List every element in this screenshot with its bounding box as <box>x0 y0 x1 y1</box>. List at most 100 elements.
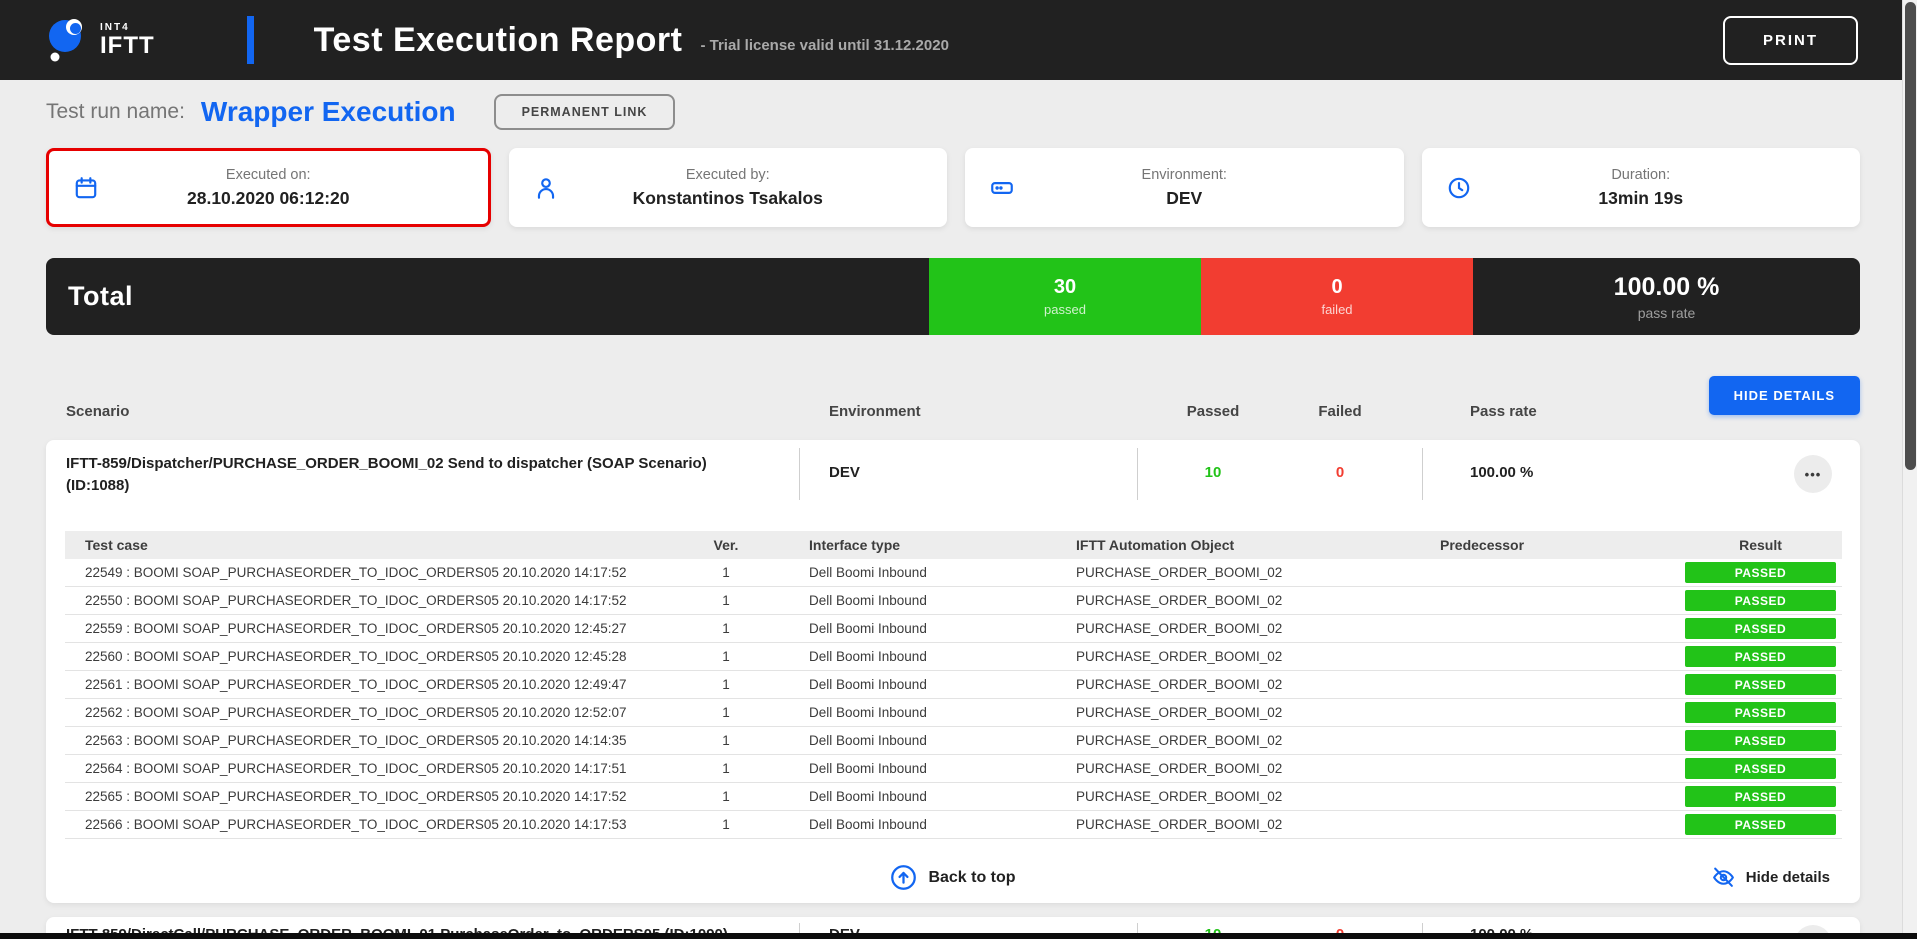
passed-badge: PASSED <box>1685 618 1836 639</box>
info-cards-row: Executed on: 28.10.2020 06:12:20 Execute… <box>46 148 1860 227</box>
result-cell: PASSED <box>1679 590 1842 611</box>
result-cell: PASSED <box>1679 646 1842 667</box>
test-case-row: 22561 : BOOMI SOAP_PURCHASEORDER_TO_IDOC… <box>65 671 1842 699</box>
scrollbar-thumb[interactable] <box>1905 2 1916 470</box>
scenario-table-header: Scenario Environment Passed Failed Pass … <box>46 376 1860 422</box>
test-case-cell: 22565 : BOOMI SOAP_PURCHASEORDER_TO_IDOC… <box>65 789 691 804</box>
back-to-top-link[interactable]: Back to top <box>890 864 1015 891</box>
test-case-cell: 22560 : BOOMI SOAP_PURCHASEORDER_TO_IDOC… <box>65 649 691 664</box>
interface-type-cell: Dell Boomi Inbound <box>761 817 1028 832</box>
version-cell: 1 <box>691 565 761 580</box>
test-case-row: 22566 : BOOMI SOAP_PURCHASEORDER_TO_IDOC… <box>65 811 1842 839</box>
column-divider <box>799 448 800 500</box>
automation-object-cell: PURCHASE_ORDER_BOOMI_02 <box>1028 593 1392 608</box>
int4-logo-icon <box>44 17 90 63</box>
card-value: 13min 19s <box>1598 188 1683 209</box>
scenario-panel: IFTT-859/Dispatcher/PURCHASE_ORDER_BOOMI… <box>46 440 1860 903</box>
interface-type-cell: Dell Boomi Inbound <box>761 705 1028 720</box>
card-value: 28.10.2020 06:12:20 <box>187 188 350 209</box>
card-value: Konstantinos Tsakalos <box>633 188 823 209</box>
test-case-cell: 22562 : BOOMI SOAP_PURCHASEORDER_TO_IDOC… <box>65 705 691 720</box>
test-case-cell: 22549 : BOOMI SOAP_PURCHASEORDER_TO_IDOC… <box>65 565 691 580</box>
details-table-body: 22549 : BOOMI SOAP_PURCHASEORDER_TO_IDOC… <box>65 559 1842 839</box>
calendar-icon <box>73 175 99 201</box>
result-cell: PASSED <box>1679 702 1842 723</box>
version-cell: 1 <box>691 677 761 692</box>
card-label: Environment: <box>1142 167 1227 183</box>
header-divider <box>247 16 254 64</box>
automation-object-cell: PURCHASE_ORDER_BOOMI_02 <box>1028 705 1392 720</box>
passed-badge: PASSED <box>1685 758 1836 779</box>
panel-footer: Back to top Hide details <box>46 852 1860 903</box>
hide-details-link[interactable]: Hide details <box>1711 865 1830 890</box>
total-failed-block: 0 failed <box>1201 258 1473 335</box>
result-cell: PASSED <box>1679 674 1842 695</box>
passed-badge: PASSED <box>1685 730 1836 751</box>
vertical-scrollbar[interactable] <box>1902 0 1917 939</box>
hide-details-label: Hide details <box>1746 869 1830 886</box>
total-failed-count: 0 <box>1331 276 1342 299</box>
total-pass-rate-label: pass rate <box>1638 305 1696 321</box>
total-passed-count: 30 <box>1054 276 1076 299</box>
result-cell: PASSED <box>1679 618 1842 639</box>
total-pass-rate-value: 100.00 % <box>1614 273 1720 302</box>
card-executed-by: Executed by: Konstantinos Tsakalos <box>509 148 948 227</box>
column-passed: Passed <box>1187 403 1240 420</box>
version-cell: 1 <box>691 761 761 776</box>
arrow-up-circle-icon <box>890 864 917 891</box>
hide-details-button[interactable]: HIDE DETAILS <box>1709 376 1860 415</box>
test-case-row: 22559 : BOOMI SOAP_PURCHASEORDER_TO_IDOC… <box>65 615 1842 643</box>
version-cell: 1 <box>691 733 761 748</box>
brand-int4: INT4 <box>100 23 155 33</box>
automation-object-cell: PURCHASE_ORDER_BOOMI_02 <box>1028 565 1392 580</box>
scenario-pass-rate: 100.00 % <box>1470 464 1533 481</box>
brand-iftt: IFTT <box>100 34 155 58</box>
test-cases-table: Test case Ver. Interface type IFTT Autom… <box>65 531 1842 839</box>
automation-object-cell: PURCHASE_ORDER_BOOMI_02 <box>1028 817 1392 832</box>
automation-object-cell: PURCHASE_ORDER_BOOMI_02 <box>1028 761 1392 776</box>
scenario-failed: 0 <box>1336 464 1344 481</box>
version-cell: 1 <box>691 621 761 636</box>
test-case-row: 22564 : BOOMI SOAP_PURCHASEORDER_TO_IDOC… <box>65 755 1842 783</box>
automation-object-cell: PURCHASE_ORDER_BOOMI_02 <box>1028 677 1392 692</box>
column-scenario: Scenario <box>66 403 129 420</box>
card-executed-on: Executed on: 28.10.2020 06:12:20 <box>46 148 491 227</box>
column-environment: Environment <box>829 403 921 420</box>
person-icon <box>533 175 559 201</box>
version-cell: 1 <box>691 593 761 608</box>
passed-badge: PASSED <box>1685 786 1836 807</box>
test-case-cell: 22564 : BOOMI SOAP_PURCHASEORDER_TO_IDOC… <box>65 761 691 776</box>
interface-type-cell: Dell Boomi Inbound <box>761 565 1028 580</box>
interface-type-cell: Dell Boomi Inbound <box>761 733 1028 748</box>
automation-object-cell: PURCHASE_ORDER_BOOMI_02 <box>1028 733 1392 748</box>
passed-badge: PASSED <box>1685 674 1836 695</box>
test-case-cell: 22563 : BOOMI SOAP_PURCHASEORDER_TO_IDOC… <box>65 733 691 748</box>
result-cell: PASSED <box>1679 786 1842 807</box>
scenario-passed: 10 <box>1205 464 1222 481</box>
back-to-top-label: Back to top <box>928 869 1015 887</box>
print-button[interactable]: PRINT <box>1723 16 1858 65</box>
permanent-link-button[interactable]: PERMANENT LINK <box>494 94 676 130</box>
column-result: Result <box>1679 537 1842 553</box>
interface-type-cell: Dell Boomi Inbound <box>761 789 1028 804</box>
column-predecessor: Predecessor <box>1392 537 1679 553</box>
total-passed-label: passed <box>1044 302 1086 317</box>
scenario-actions-button[interactable]: ••• <box>1794 455 1832 493</box>
card-value: DEV <box>1166 188 1202 209</box>
card-label: Executed by: <box>686 167 770 183</box>
test-case-row: 22550 : BOOMI SOAP_PURCHASEORDER_TO_IDOC… <box>65 587 1842 615</box>
passed-badge: PASSED <box>1685 814 1836 835</box>
passed-badge: PASSED <box>1685 562 1836 583</box>
column-failed: Failed <box>1318 403 1361 420</box>
result-cell: PASSED <box>1679 730 1842 751</box>
card-label: Duration: <box>1611 167 1670 183</box>
column-pass-rate: Pass rate <box>1470 403 1537 420</box>
passed-badge: PASSED <box>1685 646 1836 667</box>
test-run-label: Test run name: <box>46 100 185 124</box>
int4-iftt-logo: INT4 IFTT <box>44 17 155 63</box>
version-cell: 1 <box>691 649 761 664</box>
card-duration: Duration: 13min 19s <box>1422 148 1861 227</box>
version-cell: 1 <box>691 705 761 720</box>
scenario-environment: DEV <box>829 464 860 481</box>
column-test-case: Test case <box>65 537 691 553</box>
